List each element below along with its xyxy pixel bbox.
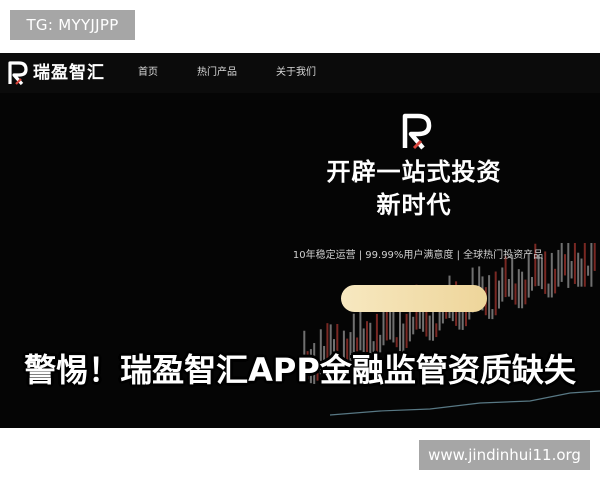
r-logo-icon[interactable] (7, 60, 29, 86)
hero-stats: 10年稳定运营 | 99.99%用户满意度 | 全球热门投资产品 (292, 250, 544, 261)
candle (412, 316, 415, 335)
nav-about-us[interactable]: 关于我们 (276, 65, 316, 81)
hero-title-line2: 新时代 (376, 191, 452, 219)
url-watermark: www.jindinhui11.org (419, 440, 590, 470)
top-navbar: 瑞盈智汇 首页 热门产品 关于我们 (0, 53, 600, 93)
candle (580, 258, 583, 287)
hero-title: 开辟一站式投资 新时代 (300, 156, 528, 222)
candle (494, 271, 497, 316)
warning-headline: 警惕！瑞盈智汇APP金融监管资质缺失 (24, 351, 576, 389)
candle (583, 243, 586, 287)
candle (501, 267, 504, 302)
candle (395, 337, 398, 348)
cta-button[interactable] (341, 285, 487, 312)
trend-line (329, 390, 600, 416)
candle (547, 283, 550, 298)
candle (399, 307, 401, 352)
candle (491, 309, 494, 320)
hero-r-logo-icon (402, 113, 432, 150)
candle (587, 265, 590, 276)
app-screenshot: 瑞盈智汇 首页 热门产品 关于我们 开辟一站式投资 新时代 10年稳定运营 | … (0, 53, 600, 428)
candle (554, 268, 557, 294)
candle (573, 243, 576, 284)
brand-name[interactable]: 瑞盈智汇 (33, 61, 105, 85)
candle (524, 279, 527, 305)
candle (570, 261, 573, 279)
candle (359, 305, 362, 351)
candle (435, 323, 438, 338)
candle (577, 252, 580, 287)
candle (531, 276, 533, 291)
candle (593, 243, 596, 271)
candle (389, 311, 392, 340)
candle (517, 269, 520, 309)
candle (590, 243, 593, 287)
candle (521, 271, 524, 309)
candle (514, 283, 517, 305)
nav-hot-products[interactable]: 热门产品 (197, 65, 237, 81)
candle (498, 280, 500, 309)
tg-watermark: TG: MYYJJPP (10, 10, 135, 40)
candle (488, 275, 491, 319)
candle (507, 279, 510, 297)
candle (428, 315, 431, 341)
nav-home[interactable]: 首页 (138, 65, 158, 81)
candle (405, 313, 408, 348)
hero-title-line1: 开辟一站式投资 (326, 158, 502, 186)
